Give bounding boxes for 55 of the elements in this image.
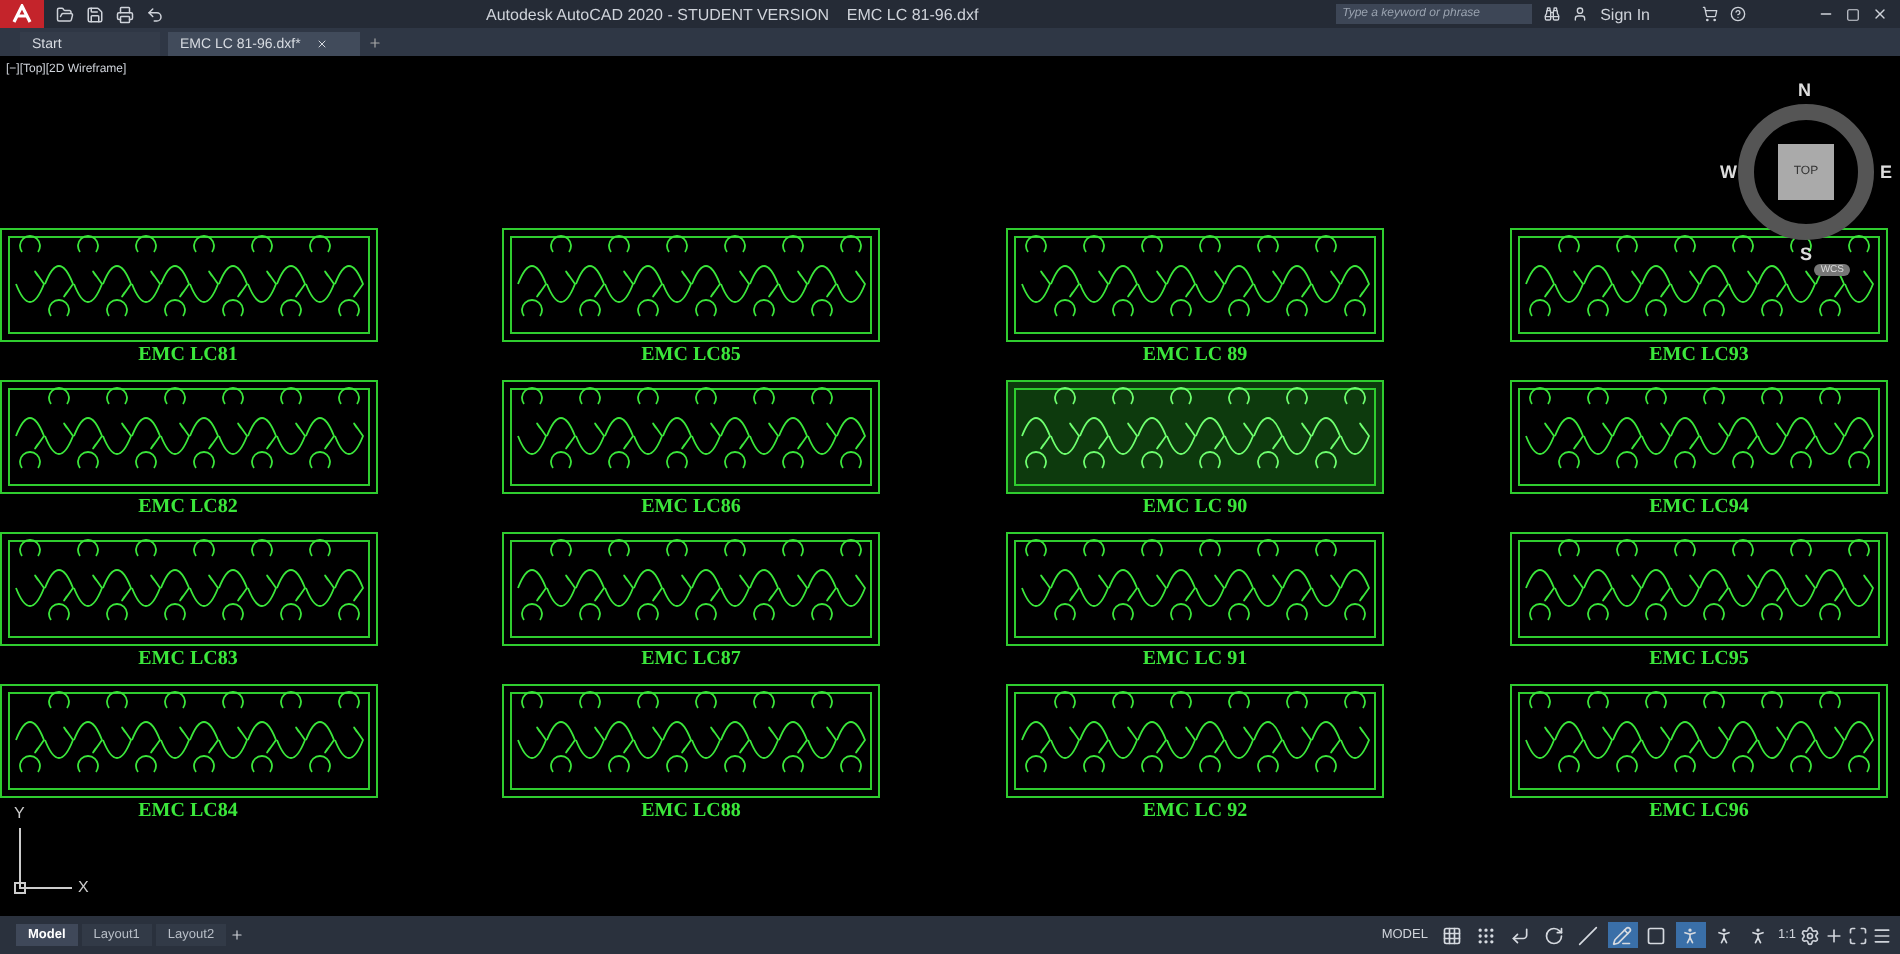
corner-icon: [1510, 925, 1531, 945]
figure-icon: [1748, 925, 1769, 945]
panel-label: EMC LC 90: [1142, 494, 1248, 520]
panel-label: EMC LC93: [1649, 342, 1749, 368]
panel-label: EMC LC81: [138, 342, 238, 368]
pencil-icon: [1612, 925, 1633, 945]
panel-label: EMC LC 92: [1142, 798, 1248, 824]
figure-icon: [1680, 925, 1701, 945]
help-icon[interactable]: [1730, 6, 1746, 22]
window-title: Autodesk AutoCAD 2020 - STUDENT VERSION EMC LC 81-96.dxf: [486, 5, 979, 23]
grid-icon: [1442, 925, 1463, 945]
axis-label: X: [78, 878, 89, 896]
dots-icon: [1476, 925, 1497, 945]
panel-label: EMC LC84: [138, 798, 238, 824]
status-toggle[interactable]: [1607, 922, 1638, 948]
plus-icon[interactable]: [1824, 925, 1844, 945]
maximize-icon[interactable]: [1846, 7, 1860, 21]
new-tab-icon[interactable]: [368, 36, 382, 50]
panel-label: EMC LC 91: [1142, 646, 1248, 672]
save-icon[interactable]: [86, 5, 104, 23]
fullscreen-icon[interactable]: [1848, 925, 1868, 945]
user-icon: [1572, 6, 1589, 22]
close-icon[interactable]: [1872, 6, 1888, 22]
menu-icon[interactable]: [1872, 925, 1892, 945]
add-layout-icon[interactable]: [230, 928, 245, 942]
compass-letter: N: [1798, 80, 1811, 100]
settings-icon[interactable]: [1800, 925, 1820, 945]
panel-label: EMC LC88: [641, 798, 741, 824]
panel-label: EMC LC 89: [1142, 342, 1248, 368]
axis-label: Y: [14, 804, 25, 822]
panel-label: EMC LC94: [1649, 494, 1749, 520]
panel-label: EMC LC83: [138, 646, 238, 672]
panel-label: EMC LC96: [1649, 798, 1749, 824]
rotate-icon: [1544, 925, 1565, 945]
close-tab-icon[interactable]: [316, 38, 329, 50]
cart-icon[interactable]: [1702, 6, 1718, 22]
compass-letter: E: [1879, 162, 1892, 182]
slash-icon: [1578, 925, 1599, 945]
undo-icon[interactable]: [146, 5, 164, 23]
app-logo-icon[interactable]: [0, 0, 44, 28]
sign-in-link[interactable]: Sign In: [1600, 5, 1650, 23]
binoculars-icon[interactable]: [1544, 6, 1561, 22]
figure-icon: [1714, 925, 1735, 945]
compass-letter: S: [1800, 244, 1813, 264]
panel-label: EMC LC87: [641, 646, 741, 672]
panel-label: EMC LC95: [1649, 646, 1749, 672]
compass-letter: W: [1720, 162, 1737, 182]
panel-label: EMC LC85: [641, 342, 741, 368]
status-toggle[interactable]: [1675, 922, 1706, 948]
panel-label: EMC LC82: [138, 494, 238, 520]
open-folder-icon[interactable]: [56, 5, 74, 23]
ucs-axes-icon: [12, 828, 76, 896]
square-icon: [1646, 925, 1667, 945]
panel-label: EMC LC86: [641, 494, 741, 520]
printer-icon[interactable]: [116, 5, 134, 23]
